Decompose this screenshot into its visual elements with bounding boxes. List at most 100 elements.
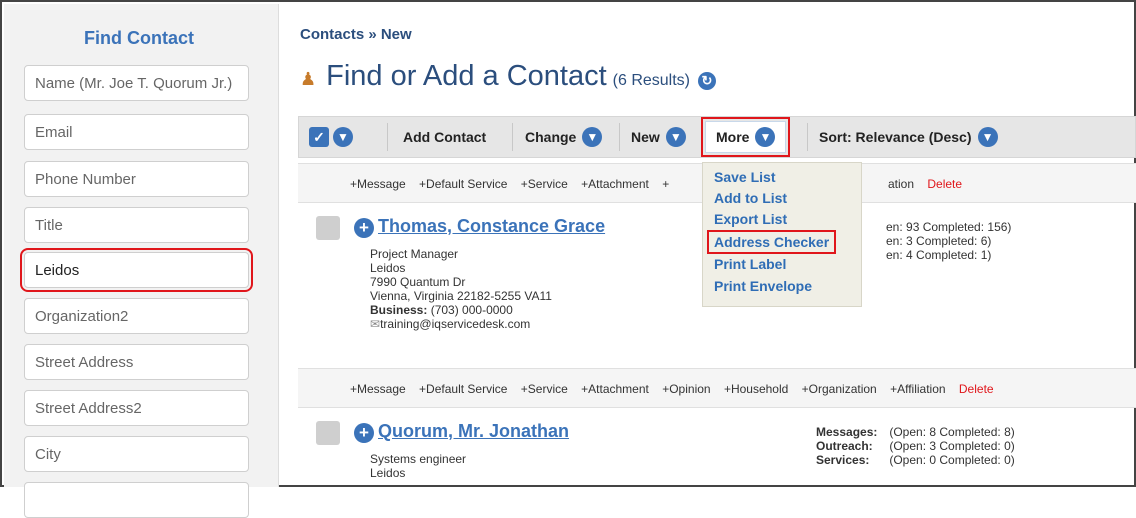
divider [619,123,620,151]
street-address-field[interactable]: Street Address [24,344,249,380]
contact-stats: Messages: (Open: 8 Completed: 8) Outreac… [816,425,1015,467]
stat-outreach: Outreach: (Open: 3 Completed: 0) [816,439,1015,453]
select-all-checkbox[interactable]: ✓ [309,117,329,157]
contact-title: Systems engineer [370,452,467,466]
contact-city: Vienna, Virginia 22182-5255 VA11 [370,289,552,303]
contact-street: 7990 Quantum Dr [370,275,466,289]
contact-details: Project Manager Leidos 7990 Quantum Dr V… [370,247,552,331]
default-service-link[interactable]: +Default Service [419,177,507,191]
title-field[interactable]: Title [24,207,249,243]
sidebar-title: Find Contact [84,28,194,48]
name-field[interactable]: Name (Mr. Joe T. Quorum Jr.) [24,65,249,101]
menu-item-add-to-list[interactable]: Add to List [714,190,787,206]
menu-item-address-checker[interactable]: Address Checker [706,230,837,254]
divider [807,123,808,151]
contact-name-link[interactable]: Quorum, Mr. Jonathan [378,421,569,442]
main-content: Contacts » New ♟ Find or Add a Contact (… [282,4,1136,487]
street-address2-field[interactable]: Street Address2 [24,390,249,426]
contact-org: Leidos [370,261,406,275]
new-label: New [631,129,660,145]
delete-link[interactable]: Delete [959,382,994,396]
email-field[interactable]: Email [24,114,249,150]
stat-value: (Open: 3 Completed: 0) [889,439,1015,453]
results-toolbar: ✓ ▼ Add Contact Change ▼ New ▼ More ▼ So… [298,116,1136,158]
service-link[interactable]: +Service [521,382,568,396]
people-icon: ♟ [300,69,317,89]
stat-line: en: 93 Completed: 156) [886,220,1012,234]
sort-label: Sort: Relevance (Desc) [819,129,972,145]
more-label: More [716,129,750,145]
select-menu-button[interactable]: ▼ [327,117,353,157]
expand-plus-icon[interactable]: + [354,423,374,443]
new-button[interactable]: New ▼ [631,117,686,157]
stat-line: en: 4 Completed: 1) [886,248,992,262]
message-link[interactable]: +Message [350,177,406,191]
checkmark-icon: ✓ [309,127,329,147]
next-field[interactable] [24,482,249,518]
affiliation-link[interactable]: +Affiliation [890,382,945,396]
default-service-link[interactable]: +Default Service [419,382,507,396]
result-count: (6 Results) [612,72,690,89]
stat-messages: Messages: (Open: 8 Completed: 8) [816,425,1015,439]
find-contact-sidebar: Find Contact Name (Mr. Joe T. Quorum Jr.… [4,4,279,518]
service-link[interactable]: +Service [521,177,568,191]
menu-item-print-envelope[interactable]: Print Envelope [714,278,812,294]
attachment-link[interactable]: +Attachment [581,177,649,191]
organization-link[interactable]: +Organization [802,382,877,396]
contact-email-text: training@iqservicedesk.com [380,317,531,331]
add-contact-label: Add Contact [403,129,487,145]
affiliation-link[interactable]: ation [888,177,914,191]
expand-plus-icon[interactable]: + [354,218,374,238]
chevron-down-icon: ▼ [333,127,353,147]
refresh-icon[interactable]: ↻ [698,72,716,90]
breadcrumb[interactable]: Contacts » New [300,26,412,43]
contact-phone: Business: (703) 000-0000 [370,303,552,317]
change-button[interactable]: Change ▼ [525,117,603,157]
divider [387,123,388,151]
chevron-down-icon: ▼ [665,127,686,147]
message-link[interactable]: +Message [350,382,406,396]
contact-select-checkbox[interactable] [316,216,340,240]
stat-value: (Open: 0 Completed: 0) [889,453,1015,467]
action-links: +Message +Default Service +Service +Atta… [350,382,1004,396]
chevron-down-icon: ▼ [977,127,998,147]
menu-item-export-list[interactable]: Export List [714,211,787,227]
action-bar: +Message +Default Service +Service +Atta… [298,368,1136,408]
contact-stats: en: 93 Completed: 156) en: 3 Completed: … [886,220,1011,262]
city-field[interactable]: City [24,436,249,472]
chevron-down-icon: ▼ [582,127,603,147]
more-action-link[interactable]: + [662,177,669,191]
contact-org: Leidos [370,466,406,480]
organization2-field[interactable]: Organization2 [24,298,249,334]
stat-label: Messages: [816,425,878,439]
divider [512,123,513,151]
sort-button[interactable]: Sort: Relevance (Desc) ▼ [819,117,998,157]
attachment-link[interactable]: +Attachment [581,382,649,396]
menu-item-print-label[interactable]: Print Label [714,256,786,272]
more-button[interactable]: More ▼ [700,117,791,157]
add-contact-button[interactable]: Add Contact [403,117,486,157]
business-phone: (703) 000-0000 [430,303,513,317]
delete-link[interactable]: Delete [927,177,962,191]
menu-item-save-list[interactable]: Save List [714,169,775,185]
action-links-right: ation Delete [888,177,972,191]
household-link[interactable]: +Household [724,382,788,396]
business-label: Business: [370,303,428,317]
chevron-down-icon: ▼ [755,127,776,147]
contact-details: Systems engineer Leidos [370,452,466,480]
phone-field[interactable]: Phone Number [24,161,249,197]
organization-field[interactable]: Leidos [20,248,253,292]
contact-email[interactable]: ✉training@iqservicedesk.com [370,317,552,331]
page-title: Find or Add a Contact [326,60,607,92]
action-links: +Message +Default Service +Service +Atta… [350,177,679,191]
opinion-link[interactable]: +Opinion [662,382,710,396]
page-heading: ♟ Find or Add a Contact (6 Results) ↻ [300,60,716,93]
stat-value: (Open: 8 Completed: 8) [889,425,1015,439]
contact-name-link[interactable]: Thomas, Constance Grace [378,216,605,237]
stat-label: Services: [816,453,870,467]
envelope-icon: ✉ [370,317,381,331]
stat-label: Outreach: [816,439,873,453]
change-label: Change [525,129,577,145]
contact-select-checkbox[interactable] [316,421,340,445]
more-dropdown-menu: Save List Add to List Export List Addres… [702,162,862,307]
